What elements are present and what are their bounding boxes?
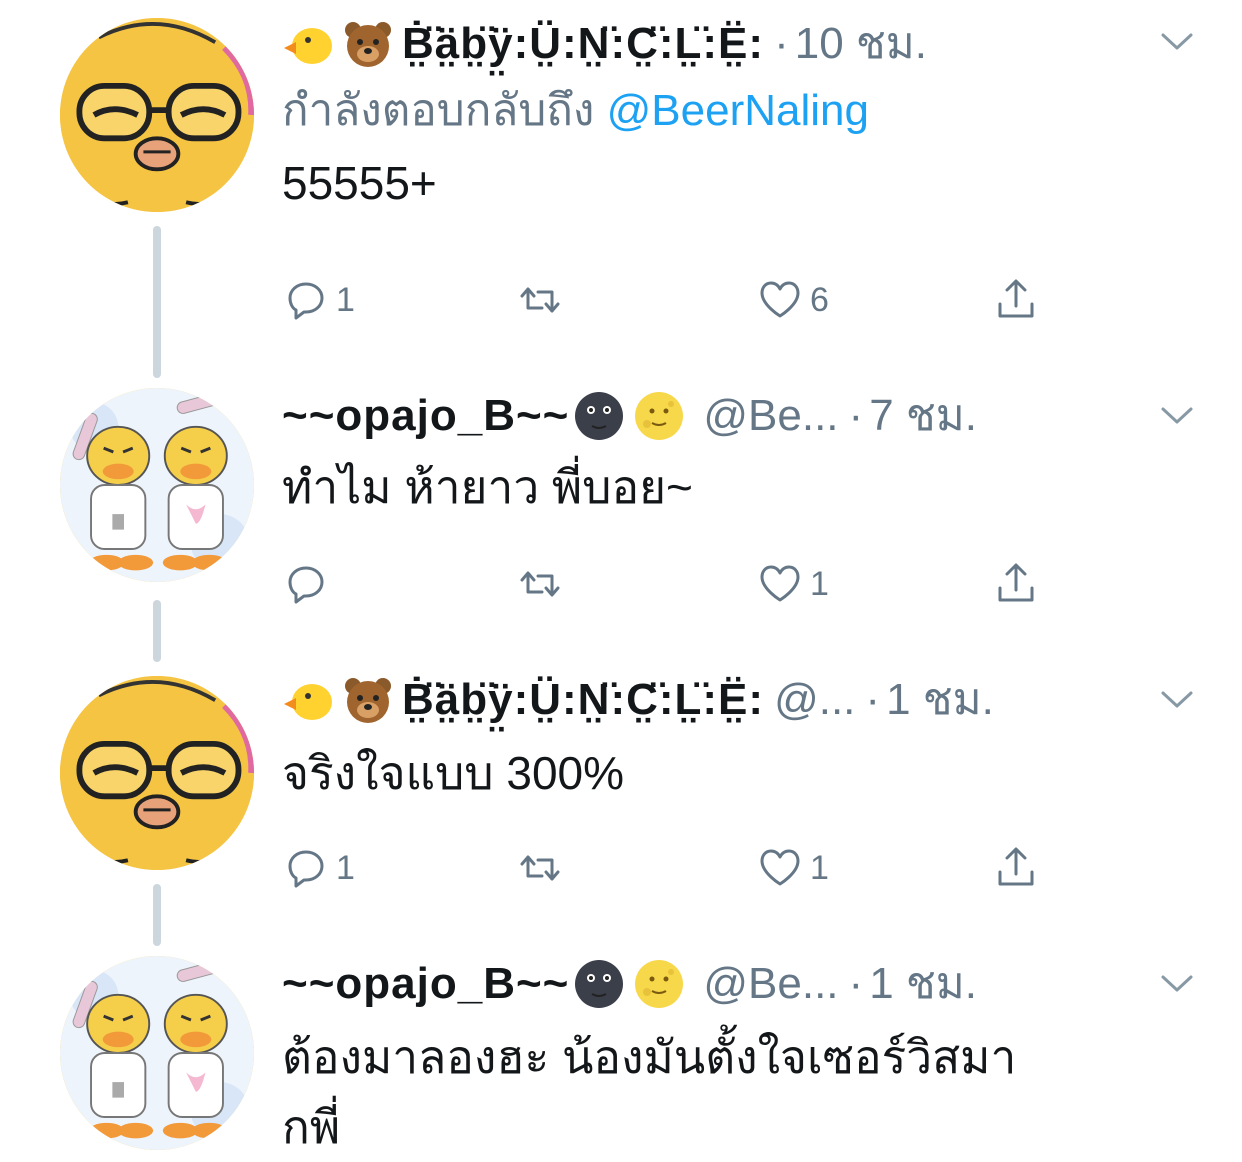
- separator-dot: ·: [848, 959, 864, 1008]
- reply-button[interactable]: 1: [282, 840, 355, 896]
- display-name[interactable]: ~~opajo_B~~: [282, 384, 569, 448]
- tweet-text: ทำไม ห้ายาว พี่บอย~: [282, 461, 693, 513]
- handle[interactable]: @Be...: [703, 952, 838, 1016]
- like-button[interactable]: 6: [756, 272, 829, 328]
- thread-line: [153, 884, 161, 946]
- reply-context: กำลังตอบกลับถึง @BeerNaling: [282, 76, 1202, 146]
- mention-link[interactable]: @BeerNaling: [607, 86, 869, 135]
- reply-count: 1: [336, 280, 355, 319]
- avatar[interactable]: [60, 18, 254, 212]
- tweet-actions: 1: [282, 556, 1062, 612]
- avatar[interactable]: [60, 676, 254, 870]
- share-icon: [992, 560, 1040, 608]
- retweet-icon: [516, 560, 564, 608]
- new-moon-face-icon: [573, 390, 625, 442]
- like-button[interactable]: 1: [756, 556, 829, 612]
- tweet-header: Ḃ̤̈ä̤b̤̈ÿ̤:Ṳ̈:N̤̈:C̤̈:L̤̈:Ë̤: · 10 ชม.: [282, 12, 1202, 76]
- tweet-text: ต้องมาลองฮะ น้องมันตั้งใจเซอร์วิสมา กพี่: [282, 1022, 1202, 1162]
- retweet-button[interactable]: [516, 840, 564, 896]
- chevron-down-icon[interactable]: [1160, 406, 1194, 426]
- timestamp[interactable]: 1 ชม.: [869, 952, 977, 1016]
- thread-line: [153, 600, 161, 662]
- share-button[interactable]: [992, 556, 1040, 612]
- two-ducks-avatar-image: [60, 956, 254, 1150]
- chevron-down-icon[interactable]: [1160, 32, 1194, 52]
- retweet-button[interactable]: [516, 272, 564, 328]
- handle[interactable]: @...: [774, 668, 855, 732]
- share-icon: [992, 844, 1040, 892]
- tweet-text: 55555+: [282, 157, 437, 209]
- share-button[interactable]: [992, 272, 1040, 328]
- retweet-icon: [516, 844, 564, 892]
- reply-count: 1: [336, 848, 355, 887]
- avatar[interactable]: [60, 388, 254, 582]
- separator-dot: ·: [774, 19, 789, 68]
- tweet-actions: 1 6: [282, 272, 1062, 328]
- reply-icon: [282, 276, 330, 324]
- duck-glasses-avatar-image: [60, 676, 254, 870]
- timestamp[interactable]: 10 ชม.: [795, 12, 927, 76]
- reply-icon: [282, 844, 330, 892]
- reply-icon: [282, 560, 330, 608]
- share-icon: [992, 276, 1040, 324]
- two-ducks-avatar-image: [60, 388, 254, 582]
- tweet-text-line: กพี่: [282, 1101, 341, 1153]
- heart-icon: [756, 844, 804, 892]
- handle[interactable]: @Be...: [703, 384, 838, 448]
- thread-line: [153, 226, 161, 378]
- share-button[interactable]: [992, 840, 1040, 896]
- bear-face-icon: [342, 674, 394, 726]
- baby-chick-icon: [282, 674, 334, 726]
- like-count: 6: [810, 280, 829, 319]
- bear-face-icon: [342, 18, 394, 70]
- like-button[interactable]: 1: [756, 840, 829, 896]
- separator-dot: ·: [865, 675, 881, 724]
- display-name[interactable]: ~~opajo_B~~: [282, 952, 569, 1016]
- baby-chick-icon: [282, 18, 334, 70]
- new-moon-face-icon: [573, 958, 625, 1010]
- heart-icon: [756, 560, 804, 608]
- display-name[interactable]: Ḃ̤̈ä̤b̤̈ÿ̤:Ṳ̈:N̤̈:C̤̈:L̤̈:Ë̤:: [402, 668, 764, 732]
- reply-button[interactable]: 1: [282, 272, 355, 328]
- chevron-down-icon[interactable]: [1160, 690, 1194, 710]
- tweet-actions: 1 1: [282, 840, 1062, 896]
- display-name[interactable]: Ḃ̤̈ä̤b̤̈ÿ̤:Ṳ̈:N̤̈:C̤̈:L̤̈:Ë̤:: [402, 12, 764, 76]
- like-count: 1: [810, 848, 829, 887]
- tweet-header: ~~opajo_B~~ @Be... · 7 ชม.: [282, 384, 1202, 448]
- timestamp[interactable]: 7 ชม.: [869, 384, 977, 448]
- tweet-header: Ḃ̤̈ä̤b̤̈ÿ̤:Ṳ̈:N̤̈:C̤̈:L̤̈:Ë̤: @... · 1 ช…: [282, 668, 1202, 732]
- retweet-button[interactable]: [516, 556, 564, 612]
- tweet-text-line: ต้องมาลองฮะ น้องมันตั้งใจเซอร์วิสมา: [282, 1031, 1017, 1083]
- timestamp[interactable]: 1 ชม.: [886, 668, 994, 732]
- chevron-down-icon[interactable]: [1160, 974, 1194, 994]
- heart-icon: [756, 276, 804, 324]
- like-count: 1: [810, 564, 829, 603]
- reply-button[interactable]: [282, 556, 330, 612]
- full-moon-face-icon: [633, 958, 685, 1010]
- duck-glasses-avatar-image: [60, 18, 254, 212]
- avatar[interactable]: [60, 956, 254, 1150]
- tweet-text: จริงใจแบบ 300%: [282, 747, 625, 799]
- reply-label: กำลังตอบกลับถึง: [282, 86, 595, 135]
- retweet-icon: [516, 276, 564, 324]
- full-moon-face-icon: [633, 390, 685, 442]
- separator-dot: ·: [848, 391, 864, 440]
- tweet-header: ~~opajo_B~~ @Be... · 1 ชม.: [282, 952, 1202, 1016]
